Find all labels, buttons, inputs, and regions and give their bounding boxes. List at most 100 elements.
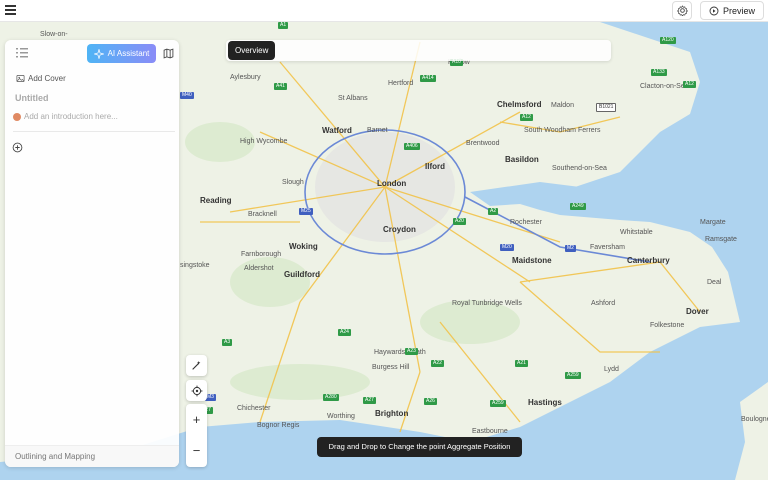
divider [13, 131, 175, 132]
map-place-label: Rochester [510, 219, 542, 226]
draw-tool-button[interactable] [186, 355, 207, 376]
map-place-label: Lydd [604, 366, 619, 373]
road-shield: A414 [420, 75, 436, 82]
map-place-label: South Woodham Ferrers [524, 127, 601, 134]
map-place-label: Royal Tunbridge Wells [452, 300, 522, 307]
map-place-label: Margate [700, 219, 726, 226]
road-shield: A259 [565, 372, 581, 379]
ai-assistant-label: AI Assistant [107, 49, 150, 58]
road-shield: A406 [404, 143, 420, 150]
map-place-label: Croydon [383, 225, 416, 234]
overview-button[interactable]: Overview [228, 41, 276, 60]
map-place-label: Southend-on-Sea [552, 165, 607, 172]
map-place-label: High Wycombe [240, 138, 288, 145]
plus-circle-icon[interactable] [12, 142, 23, 153]
zoom-out-button[interactable]: − [186, 435, 207, 466]
road-shield: A41 [274, 83, 287, 90]
top-bar: Preview [0, 0, 768, 22]
map-place-label: Maldon [551, 102, 574, 109]
magic-wand-icon [192, 361, 201, 370]
settings-button[interactable] [672, 1, 692, 20]
zoom-control: + − [186, 404, 207, 467]
zoom-in-button[interactable]: + [186, 404, 207, 435]
map-place-label: Hastings [528, 398, 562, 407]
road-shield: A26 [424, 398, 437, 405]
road-shield: M2 [565, 245, 576, 252]
map-place-label: singstoke [180, 262, 210, 269]
map-place-label: Slow-on- [40, 31, 68, 38]
road-shield: M25 [299, 208, 313, 215]
map-place-label: Watford [322, 126, 352, 135]
map-place-label: Aylesbury [230, 74, 261, 81]
road-shield: A22 [431, 360, 444, 367]
avatar [13, 112, 21, 121]
sparkle-icon [93, 48, 104, 59]
map-place-label: Dover [686, 307, 709, 316]
road-shield: B1021 [596, 103, 617, 112]
map-place-label: Guildford [284, 270, 320, 279]
map-place-label: Canterbury [627, 256, 670, 265]
road-shield: A12 [683, 81, 696, 88]
map-place-label: Reading [200, 196, 232, 205]
road-shield: A12 [520, 114, 533, 121]
map-place-label: Brighton [375, 409, 409, 418]
image-icon [16, 74, 25, 83]
map-place-label: London [377, 179, 407, 188]
map-place-label: Chichester [237, 405, 271, 412]
road-shield: M40 [180, 92, 194, 99]
map-place-label: Basildon [505, 155, 539, 164]
map-place-label: Burgess Hill [372, 364, 410, 371]
map-place-label: Clacton-on-Sea [640, 83, 689, 90]
ai-assistant-button[interactable]: AI Assistant [87, 44, 156, 63]
intro-placeholder: Add an introduction here... [24, 112, 118, 121]
map-place-label: Eastbourne [472, 428, 508, 435]
map-place-label: Ilford [425, 162, 445, 171]
map-place-label: Chelmsford [497, 100, 542, 109]
map-place-label: Aldershot [244, 265, 274, 272]
map-place-label: Folkestone [650, 322, 685, 329]
map-icon[interactable] [163, 48, 174, 59]
title-input[interactable]: Untitled [15, 93, 49, 103]
add-cover-button[interactable]: Add Cover [16, 74, 66, 83]
preview-label: Preview [722, 5, 755, 16]
road-shield: M20 [500, 244, 514, 251]
intro-input[interactable]: Add an introduction here... [13, 112, 118, 121]
map-place-label: Barnet [367, 127, 388, 134]
road-shield: A133 [651, 69, 667, 76]
outline-panel: AI Assistant Add Cover Untitled Add an i… [5, 40, 179, 467]
road-shield: A20 [453, 218, 466, 225]
road-shield: A259 [490, 400, 506, 407]
map-place-label: Hertford [388, 80, 414, 87]
map-place-label: Faversham [590, 244, 626, 251]
preview-button[interactable]: Preview [700, 1, 764, 20]
map-place-label: Slough [282, 179, 304, 186]
map-place-label: Worthing [327, 413, 355, 420]
map-place-label: Maidstone [512, 256, 552, 265]
map-place-label: Woking [289, 242, 318, 251]
map-place-label: Bognor Regis [257, 422, 300, 429]
map-place-label: St Albans [338, 95, 368, 102]
map-place-label: Farnborough [241, 251, 282, 258]
drag-tooltip: Drag and Drop to Change the point Aggreg… [317, 437, 522, 457]
road-shield: A24 [338, 329, 351, 336]
play-circle-icon [709, 6, 719, 15]
hamburger-icon[interactable] [5, 5, 16, 16]
gear-icon [676, 5, 688, 16]
road-shield: A120 [660, 37, 676, 44]
map-place-label: Bracknell [248, 211, 277, 218]
map-place-label: Ramsgate [705, 236, 737, 243]
road-shield: A21 [515, 360, 528, 367]
list-icon[interactable] [16, 48, 28, 58]
road-shield: A2 [488, 208, 499, 215]
map-place-label: Boulogne-sur-Mer [741, 416, 768, 423]
road-shield: A27 [363, 397, 376, 404]
overview-bar: Overview [226, 40, 611, 61]
panel-footer: Outlining and Mapping [5, 445, 179, 467]
map-place-label: Brentwood [466, 140, 500, 147]
map-place-label: Haywards Heath [374, 349, 426, 356]
map-place-label: Deal [707, 279, 722, 286]
locate-button[interactable] [186, 380, 207, 401]
add-cover-label: Add Cover [28, 74, 66, 83]
crosshair-icon [191, 385, 202, 396]
map-place-label: Whitstable [620, 229, 653, 236]
